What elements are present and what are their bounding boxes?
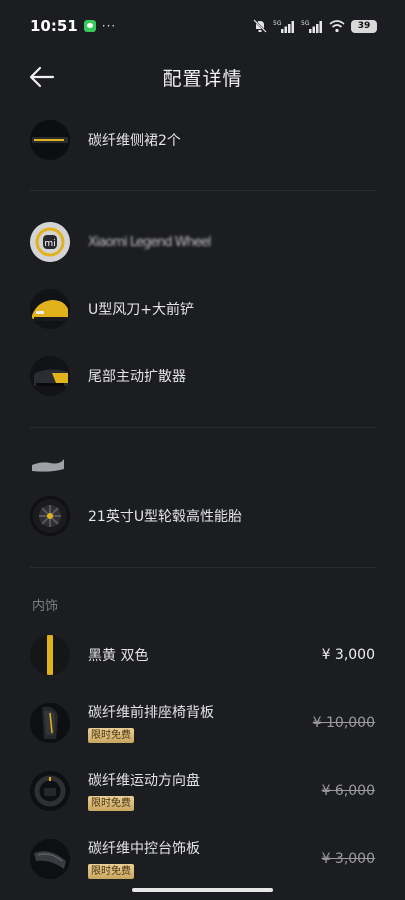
signal-5g-icon-2: 5G (301, 20, 322, 33)
front-splitter-thumb (30, 289, 70, 329)
item-label: 碳纤维侧裙2个 (88, 133, 181, 149)
status-time: 10:51 (30, 17, 78, 35)
more-notifications-icon: ··· (101, 19, 117, 33)
list-item-carbon-steering: 碳纤维运动方向盘 限时免费 ¥ 6,000 (30, 770, 375, 811)
svg-text:mi: mi (44, 239, 55, 249)
divider (30, 190, 375, 191)
item-label: 碳纤维运动方向盘 (88, 773, 200, 789)
free-limited-badge: 限时免费 (88, 864, 134, 879)
network-b-label: 5G (301, 20, 310, 27)
list-item-carbon-seat-back: 碳纤维前排座椅背板 限时免费 ¥ 10,000 (30, 702, 375, 743)
free-limited-badge: 限时免费 (88, 728, 134, 743)
carbon-side-skirt-thumb (30, 120, 70, 160)
item-label: 尾部主动扩散器 (88, 369, 186, 385)
wifi-icon (329, 20, 345, 33)
divider (30, 427, 375, 428)
xiaomi-logo-thumb: mi (30, 222, 70, 262)
item-label: 碳纤维中控台饰板 (88, 841, 200, 857)
list-item-xiaomi-blurred: mi Xiaomi Legend Wheel (30, 222, 375, 262)
item-price-original: ¥ 10,000 (312, 714, 375, 731)
divider (30, 567, 375, 568)
blurred-item-label: Xiaomi Legend Wheel (88, 234, 211, 250)
carbon-seat-back-thumb (30, 702, 70, 743)
section-title-interior: 内饰 (32, 599, 59, 614)
item-label: 黑黄 双色 (88, 648, 149, 664)
free-limited-badge: 限时免费 (88, 796, 134, 811)
signal-5g-icon: 5G (273, 20, 294, 33)
list-item-rear-diffuser: 尾部主动扩散器 (30, 356, 375, 396)
item-text-stack: 碳纤维运动方向盘 限时免费 (88, 770, 200, 811)
rear-diffuser-thumb (30, 356, 70, 396)
home-indicator[interactable] (132, 888, 273, 892)
list-item-wheel-tire: 21英寸U型轮毂高性能胎 (30, 496, 375, 536)
status-bar: 10:51 ··· 5G 5G 39 (0, 0, 405, 52)
wheel-tire-thumb (30, 496, 70, 536)
list-item-carbon-console: 碳纤维中控台饰板 限时免费 ¥ 3,000 (30, 838, 375, 879)
mute-bell-icon (253, 19, 267, 33)
item-price: ¥ 3,000 (321, 647, 375, 663)
item-label: 碳纤维前排座椅背板 (88, 705, 214, 721)
page-title: 配置详情 (162, 68, 243, 90)
carbon-console-trim-thumb (30, 838, 70, 879)
item-label: U型风刀+大前铲 (88, 302, 194, 318)
wechat-icon (83, 20, 96, 32)
item-text-stack: 碳纤维中控台饰板 限时免费 (88, 838, 200, 879)
item-text-stack: 碳纤维前排座椅背板 限时免费 (88, 702, 214, 743)
item-price-original: ¥ 6,000 (321, 782, 375, 799)
header: 配置详情 (0, 52, 405, 102)
list-item-partial (30, 447, 375, 477)
carbon-steering-wheel-thumb (30, 770, 70, 811)
list-item-carbon-side-skirt: 碳纤维侧裙2个 (30, 120, 375, 160)
item-label: 21英寸U型轮毂高性能胎 (88, 509, 243, 525)
car-silhouette-thumb (32, 459, 64, 472)
black-yellow-color-thumb (30, 635, 70, 675)
battery-icon: 39 (351, 19, 377, 33)
network-a-label: 5G (273, 20, 282, 27)
list-item-black-yellow: 黑黄 双色 ¥ 3,000 (30, 635, 375, 675)
item-price-original: ¥ 3,000 (321, 850, 375, 867)
list-item-front-splitter: U型风刀+大前铲 (30, 289, 375, 329)
